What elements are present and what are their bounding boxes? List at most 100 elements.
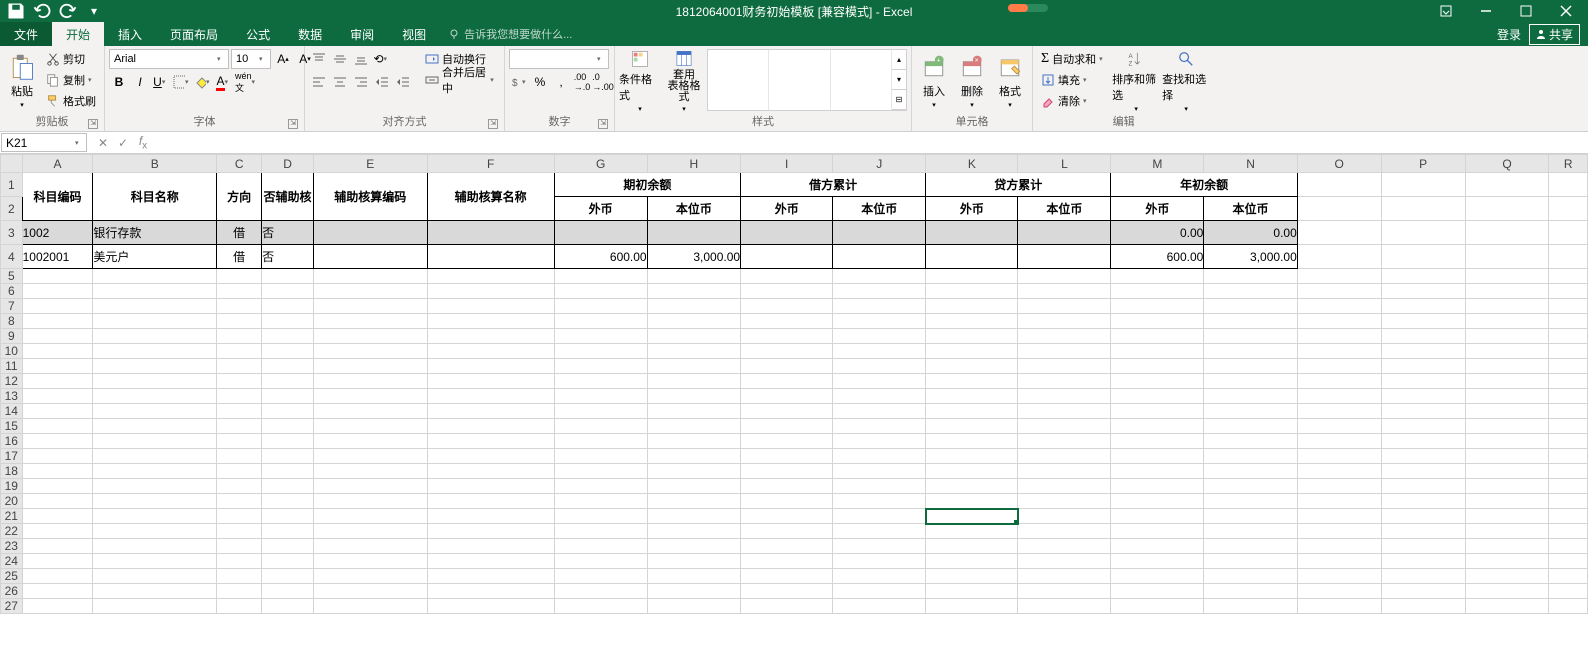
- col-header-A[interactable]: A: [22, 155, 93, 173]
- cell-C9[interactable]: [217, 329, 262, 344]
- percent-icon[interactable]: %: [530, 72, 550, 92]
- cell-R21[interactable]: [1549, 509, 1588, 524]
- cell-H21[interactable]: [647, 509, 740, 524]
- copy-button[interactable]: 复制▾: [42, 70, 100, 90]
- insert-cells-button[interactable]: +插入▾: [916, 49, 952, 113]
- cell-I23[interactable]: [741, 539, 833, 554]
- cell-J20[interactable]: [833, 494, 926, 509]
- cell-F14[interactable]: [427, 404, 554, 419]
- cell-N9[interactable]: [1204, 329, 1297, 344]
- cell-L7[interactable]: [1018, 299, 1111, 314]
- cell-N14[interactable]: [1204, 404, 1297, 419]
- cell-I9[interactable]: [741, 329, 833, 344]
- cell-Q6[interactable]: [1465, 284, 1549, 299]
- cell-O10[interactable]: [1297, 344, 1381, 359]
- cell-C27[interactable]: [217, 599, 262, 614]
- cell-J22[interactable]: [833, 524, 926, 539]
- cell-B26[interactable]: [93, 584, 217, 599]
- cell-B22[interactable]: [93, 524, 217, 539]
- cell-K15[interactable]: [926, 419, 1018, 434]
- cell-C12[interactable]: [217, 374, 262, 389]
- cell-B18[interactable]: [93, 464, 217, 479]
- col-header-R[interactable]: R: [1549, 155, 1588, 173]
- increase-indent-icon[interactable]: [393, 72, 413, 92]
- row-header-7[interactable]: 7: [1, 299, 23, 314]
- cell-K26[interactable]: [926, 584, 1018, 599]
- cell-H25[interactable]: [647, 569, 740, 584]
- cell-L12[interactable]: [1018, 374, 1111, 389]
- grid[interactable]: ABCDEFGHIJKLMNOPQR1科目编码科目名称方向否辅助核辅助核算编码辅…: [0, 154, 1588, 660]
- cell-A15[interactable]: [22, 419, 93, 434]
- cell-E26[interactable]: [313, 584, 427, 599]
- cell-M23[interactable]: [1111, 539, 1204, 554]
- underline-icon[interactable]: U▾: [151, 72, 171, 92]
- cell-E12[interactable]: [313, 374, 427, 389]
- cell-D21[interactable]: [262, 509, 314, 524]
- cell-D26[interactable]: [262, 584, 314, 599]
- cell-H7[interactable]: [647, 299, 740, 314]
- cell-B9[interactable]: [93, 329, 217, 344]
- row-header-23[interactable]: 23: [1, 539, 23, 554]
- cell-N12[interactable]: [1204, 374, 1297, 389]
- cell-E24[interactable]: [313, 554, 427, 569]
- cell-K7[interactable]: [926, 299, 1018, 314]
- cell-H11[interactable]: [647, 359, 740, 374]
- cell-H14[interactable]: [647, 404, 740, 419]
- cell-A17[interactable]: [22, 449, 93, 464]
- cell-B19[interactable]: [93, 479, 217, 494]
- row-header-17[interactable]: 17: [1, 449, 23, 464]
- cell-M12[interactable]: [1111, 374, 1204, 389]
- cell-F19[interactable]: [427, 479, 554, 494]
- cell-G21[interactable]: [554, 509, 647, 524]
- cell-P6[interactable]: [1381, 284, 1465, 299]
- cell-R6[interactable]: [1549, 284, 1588, 299]
- cell-M22[interactable]: [1111, 524, 1204, 539]
- cell-K24[interactable]: [926, 554, 1018, 569]
- cell-R15[interactable]: [1549, 419, 1588, 434]
- cut-button[interactable]: 剪切: [42, 49, 100, 69]
- cell-B20[interactable]: [93, 494, 217, 509]
- cell-N13[interactable]: [1204, 389, 1297, 404]
- cell-M20[interactable]: [1111, 494, 1204, 509]
- row-header-25[interactable]: 25: [1, 569, 23, 584]
- cell-I16[interactable]: [741, 434, 833, 449]
- cell-P10[interactable]: [1381, 344, 1465, 359]
- cell-G6[interactable]: [554, 284, 647, 299]
- save-icon[interactable]: [6, 2, 26, 20]
- tab-home[interactable]: 开始: [52, 22, 104, 46]
- redo-icon[interactable]: [58, 2, 78, 20]
- cell-D6[interactable]: [262, 284, 314, 299]
- cell-O6[interactable]: [1297, 284, 1381, 299]
- cell-K27[interactable]: [926, 599, 1018, 614]
- cell-R18[interactable]: [1549, 464, 1588, 479]
- cell-H8[interactable]: [647, 314, 740, 329]
- cell-E10[interactable]: [313, 344, 427, 359]
- cell-O20[interactable]: [1297, 494, 1381, 509]
- cell-N25[interactable]: [1204, 569, 1297, 584]
- cell-J21[interactable]: [833, 509, 926, 524]
- cell-L10[interactable]: [1018, 344, 1111, 359]
- cell-O14[interactable]: [1297, 404, 1381, 419]
- login-button[interactable]: 登录: [1497, 26, 1521, 43]
- cell-A19[interactable]: [22, 479, 93, 494]
- cell-K21[interactable]: [926, 509, 1018, 524]
- cell-C16[interactable]: [217, 434, 262, 449]
- cell-P25[interactable]: [1381, 569, 1465, 584]
- cell-K22[interactable]: [926, 524, 1018, 539]
- cell-K25[interactable]: [926, 569, 1018, 584]
- cell-K10[interactable]: [926, 344, 1018, 359]
- cell-J15[interactable]: [833, 419, 926, 434]
- cell-A5[interactable]: [22, 269, 93, 284]
- cell-A6[interactable]: [22, 284, 93, 299]
- cell-I27[interactable]: [741, 599, 833, 614]
- alignment-dialog-icon[interactable]: ⇲: [488, 119, 498, 129]
- tab-formulas[interactable]: 公式: [232, 22, 284, 46]
- cell-K23[interactable]: [926, 539, 1018, 554]
- cell-Q14[interactable]: [1465, 404, 1549, 419]
- cell-B5[interactable]: [93, 269, 217, 284]
- row-header-15[interactable]: 15: [1, 419, 23, 434]
- cell-I6[interactable]: [741, 284, 833, 299]
- cell-Q10[interactable]: [1465, 344, 1549, 359]
- cell-C17[interactable]: [217, 449, 262, 464]
- cell-F11[interactable]: [427, 359, 554, 374]
